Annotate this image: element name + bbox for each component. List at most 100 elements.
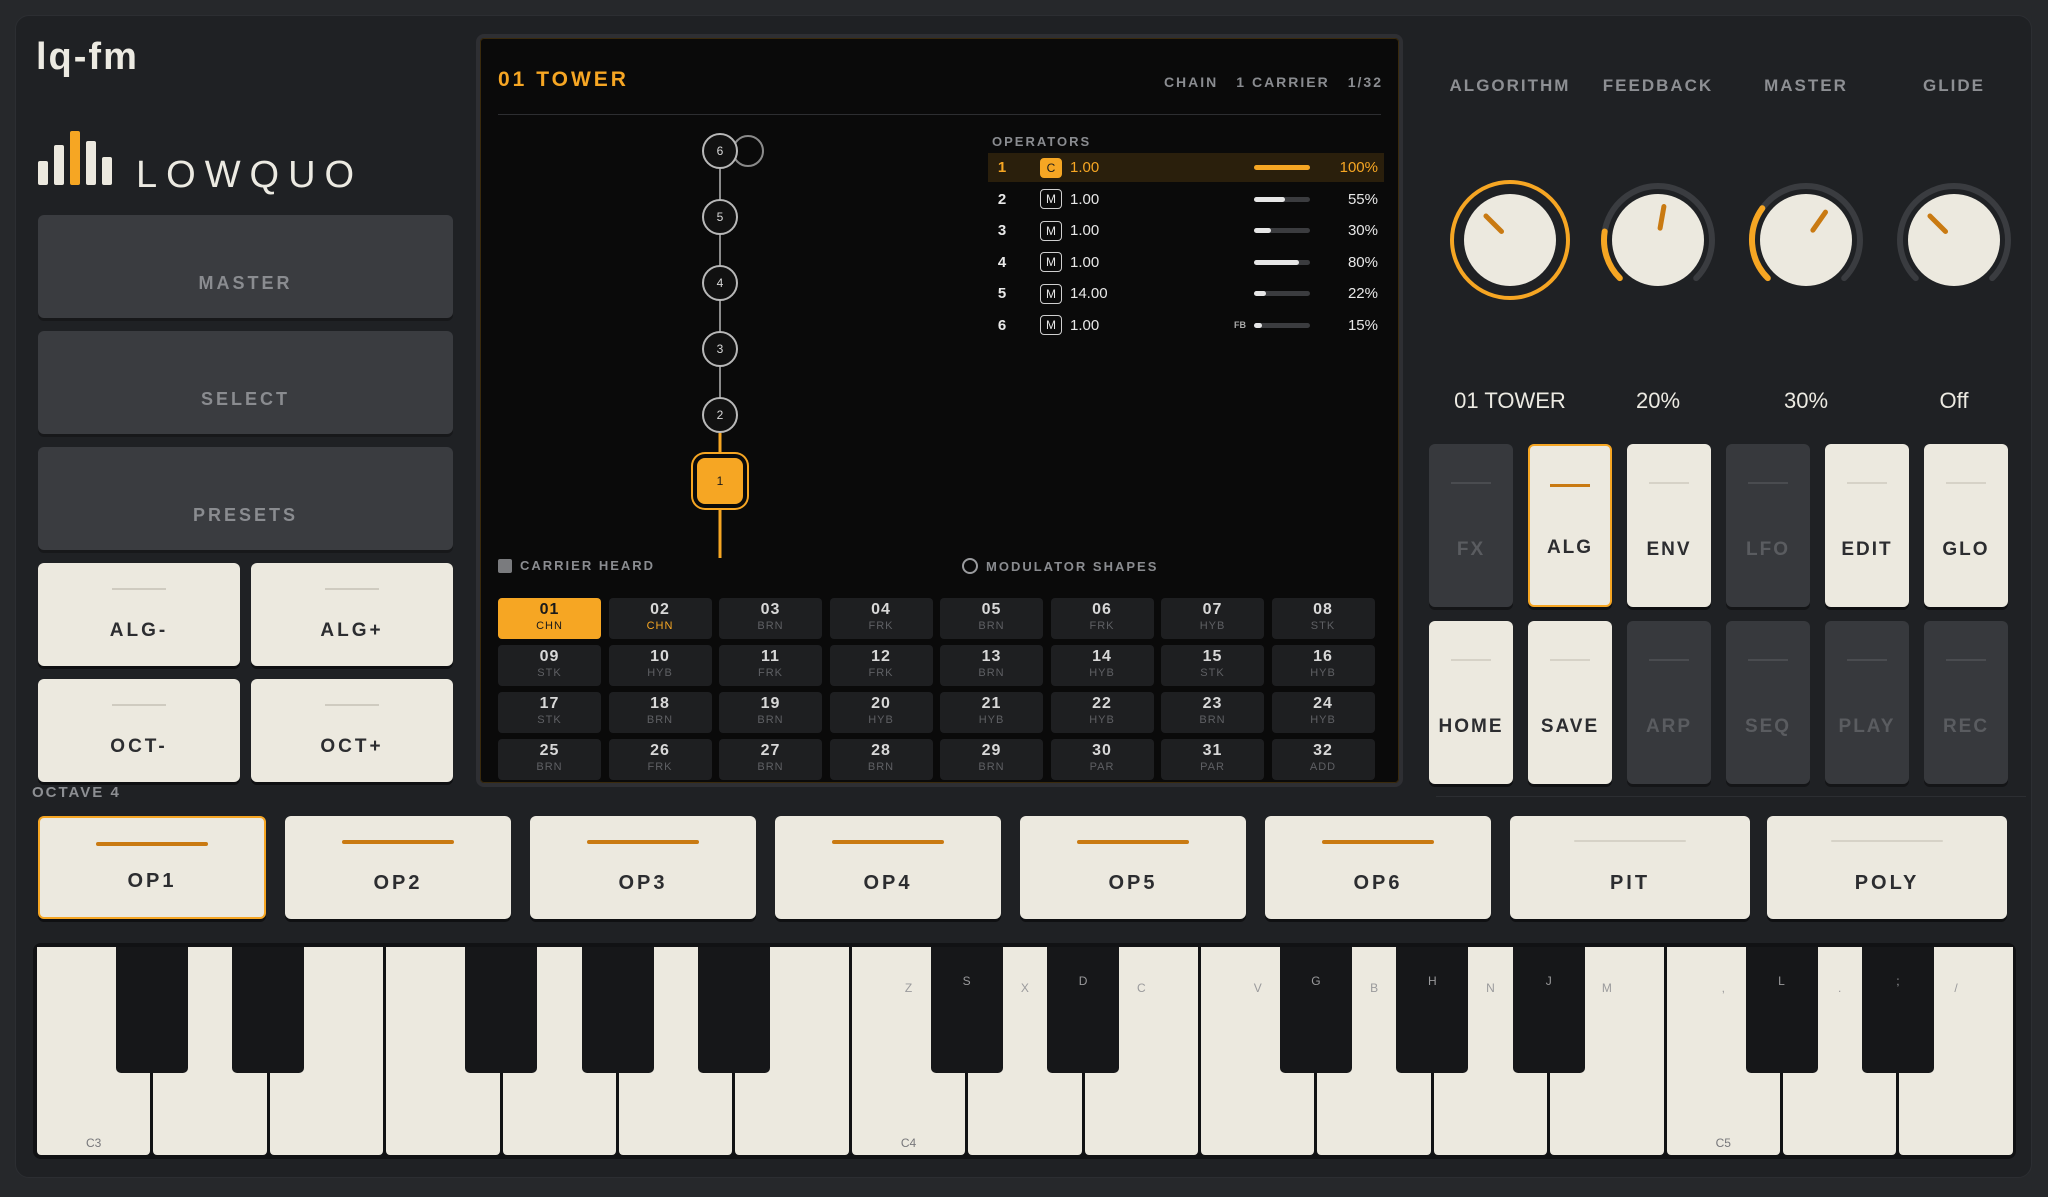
env-button[interactable]: ENV <box>1627 444 1711 607</box>
black-key[interactable] <box>465 947 538 1073</box>
preset-cell[interactable]: 25 BRN <box>498 739 601 780</box>
select-button[interactable]: SELECT <box>38 331 453 434</box>
preset-cell[interactable]: 15 STK <box>1161 645 1264 686</box>
knob-algorithm[interactable] <box>1436 166 1584 314</box>
master-button[interactable]: MASTER <box>38 215 453 318</box>
preset-number: 01 <box>539 601 560 618</box>
operator-row[interactable]: 2 M 1.00 55% <box>988 185 1384 214</box>
black-key[interactable] <box>232 947 305 1073</box>
op2-button[interactable]: OP2 <box>285 816 511 919</box>
preset-cell[interactable]: 26 FRK <box>608 739 712 780</box>
knob-feedback[interactable] <box>1584 166 1732 314</box>
alg-plus-button[interactable]: ALG+ <box>251 563 453 666</box>
operator-row[interactable]: 1 C 1.00 100% <box>988 153 1384 182</box>
poly-button[interactable]: POLY <box>1767 816 2007 919</box>
preset-cell[interactable]: 08 STK <box>1271 598 1375 639</box>
preset-cell[interactable]: 01 CHN <box>498 598 601 639</box>
preset-cell[interactable]: 07 HYB <box>1161 598 1264 639</box>
oct-plus-button[interactable]: OCT+ <box>251 679 453 782</box>
operator-node-5[interactable]: 5 <box>702 199 738 235</box>
pit-button[interactable]: PIT <box>1510 816 1750 919</box>
save-button[interactable]: SAVE <box>1528 621 1612 784</box>
preset-cell[interactable]: 05 BRN <box>940 598 1043 639</box>
preset-cell[interactable]: 10 HYB <box>608 645 712 686</box>
operator-node-1[interactable]: 1 <box>697 458 743 504</box>
operator-row[interactable]: 6 M 1.00 FB 15% <box>988 311 1384 340</box>
preset-cell[interactable]: 31 PAR <box>1161 739 1264 780</box>
knob-master[interactable] <box>1732 166 1880 314</box>
preset-cell[interactable]: 32 ADD <box>1271 739 1375 780</box>
app-title: lq-fm <box>36 36 139 78</box>
preset-cell[interactable]: 12 FRK <box>829 645 933 686</box>
oct-minus-label: OCT- <box>110 736 168 757</box>
button-label: OP1 <box>127 870 177 892</box>
op5-button[interactable]: OP5 <box>1020 816 1246 919</box>
preset-cell[interactable]: 30 PAR <box>1050 739 1154 780</box>
home-button[interactable]: HOME <box>1429 621 1513 784</box>
operator-node-6[interactable]: 6 <box>702 133 738 169</box>
preset-cell[interactable]: 28 BRN <box>829 739 933 780</box>
op3-button[interactable]: OP3 <box>530 816 756 919</box>
preset-cell[interactable]: 29 BRN <box>940 739 1043 780</box>
seq-button[interactable]: SEQ <box>1726 621 1810 784</box>
operator-row[interactable]: 5 M 14.00 22% <box>988 279 1384 308</box>
black-key[interactable]: H <box>1396 947 1469 1073</box>
presets-button[interactable]: PRESETS <box>38 447 453 550</box>
black-key[interactable]: G <box>1279 947 1352 1073</box>
play-button[interactable]: PLAY <box>1825 621 1909 784</box>
operator-node-3[interactable]: 3 <box>702 331 738 367</box>
oct-minus-button[interactable]: OCT- <box>38 679 240 782</box>
preset-cell[interactable]: 24 HYB <box>1271 692 1375 733</box>
preset-cell[interactable]: 20 HYB <box>829 692 933 733</box>
preset-cell[interactable]: 21 HYB <box>940 692 1043 733</box>
preset-cell[interactable]: 11 FRK <box>719 645 822 686</box>
operator-level-percent: 80% <box>1347 253 1378 271</box>
preset-cell[interactable]: 27 BRN <box>719 739 822 780</box>
operator-node-4[interactable]: 4 <box>702 265 738 301</box>
operator-row[interactable]: 3 M 1.00 30% <box>988 216 1384 245</box>
button-label: FX <box>1456 539 1486 560</box>
edit-button[interactable]: EDIT <box>1825 444 1909 607</box>
glo-button[interactable]: GLO <box>1924 444 2008 607</box>
preset-cell[interactable]: 13 BRN <box>940 645 1043 686</box>
preset-cell[interactable]: 09 STK <box>498 645 601 686</box>
preset-cell[interactable]: 02 CHN <box>608 598 712 639</box>
black-key[interactable] <box>697 947 770 1073</box>
lfo-button[interactable]: LFO <box>1726 444 1810 607</box>
fx-button[interactable]: FX <box>1429 444 1513 607</box>
black-key[interactable]: L <box>1745 947 1818 1073</box>
op6-button[interactable]: OP6 <box>1265 816 1491 919</box>
alg-button[interactable]: ALG <box>1528 444 1612 607</box>
black-key[interactable] <box>115 947 188 1073</box>
knob-glide[interactable] <box>1880 166 2028 314</box>
preset-cell[interactable]: 22 HYB <box>1050 692 1154 733</box>
operator-type-badge: C <box>1040 157 1062 178</box>
preset-number: 11 <box>761 648 780 665</box>
button-indicator <box>1831 840 1943 842</box>
preset-cell[interactable]: 14 HYB <box>1050 645 1154 686</box>
preset-cell[interactable]: 19 BRN <box>719 692 822 733</box>
preset-number: 22 <box>1092 695 1112 712</box>
op4-button[interactable]: OP4 <box>775 816 1001 919</box>
button-indicator <box>1946 659 1986 661</box>
preset-cell[interactable]: 23 BRN <box>1161 692 1264 733</box>
operator-node-2[interactable]: 2 <box>702 397 738 433</box>
alg-minus-button[interactable]: ALG- <box>38 563 240 666</box>
black-key[interactable]: J <box>1512 947 1585 1073</box>
operator-row[interactable]: 4 M 1.00 80% <box>988 248 1384 277</box>
preset-cell[interactable]: 18 BRN <box>608 692 712 733</box>
operator-number: 5 <box>997 285 1007 302</box>
rec-button[interactable]: REC <box>1924 621 2008 784</box>
op1-button[interactable]: OP1 <box>38 816 266 919</box>
button-indicator <box>1649 482 1689 484</box>
preset-cell[interactable]: 17 STK <box>498 692 601 733</box>
preset-cell[interactable]: 06 FRK <box>1050 598 1154 639</box>
black-key[interactable]: S <box>930 947 1003 1073</box>
arp-button[interactable]: ARP <box>1627 621 1711 784</box>
black-key[interactable] <box>581 947 654 1073</box>
preset-cell[interactable]: 03 BRN <box>719 598 822 639</box>
black-key[interactable]: D <box>1047 947 1120 1073</box>
preset-cell[interactable]: 04 FRK <box>829 598 933 639</box>
black-key[interactable]: ; <box>1861 947 1934 1073</box>
preset-cell[interactable]: 16 HYB <box>1271 645 1375 686</box>
